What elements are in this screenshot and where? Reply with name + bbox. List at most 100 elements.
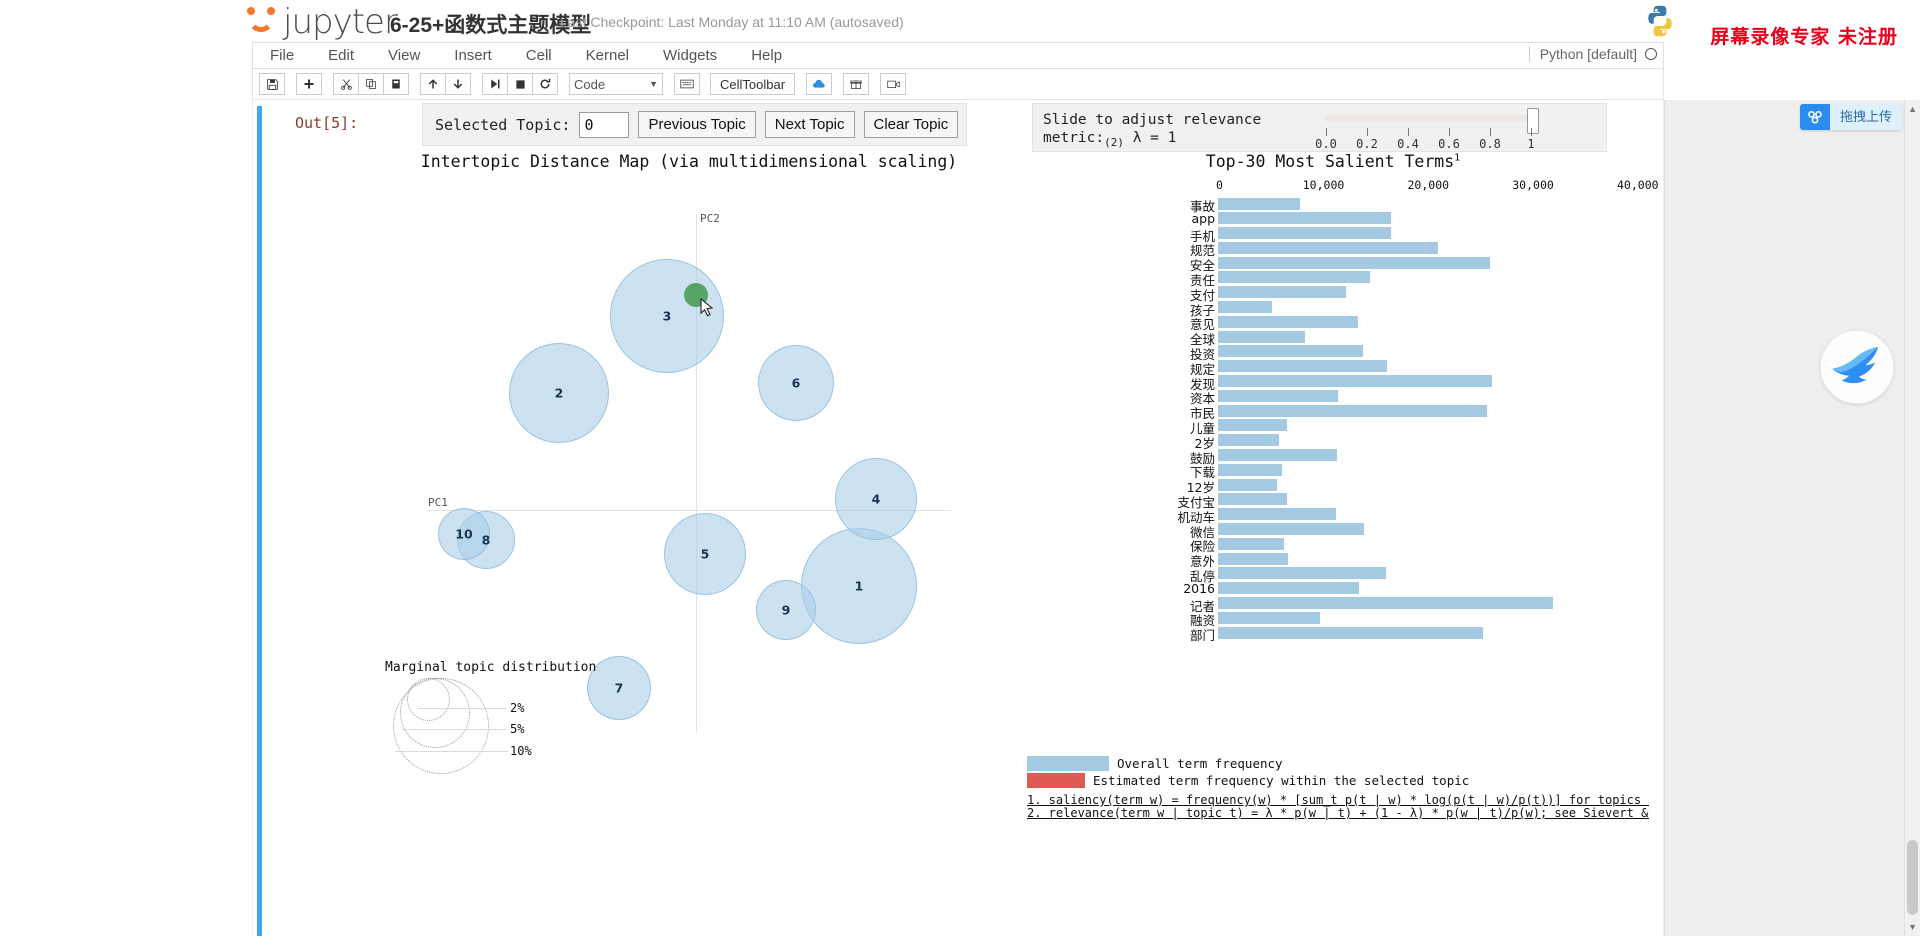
- bar-rect[interactable]: [1218, 271, 1370, 284]
- bar-rect[interactable]: [1218, 449, 1338, 462]
- stop-icon[interactable]: [507, 73, 533, 95]
- paste-icon[interactable]: [383, 73, 409, 95]
- bar-row[interactable]: 记者: [1017, 597, 1649, 614]
- bar-row[interactable]: 规范: [1017, 241, 1649, 258]
- selected-topic-input[interactable]: [579, 111, 630, 138]
- bar-row[interactable]: 发现: [1017, 375, 1649, 392]
- bar-rect[interactable]: [1218, 330, 1305, 343]
- bar-row[interactable]: 鼓励: [1017, 449, 1649, 466]
- bird-logo-icon[interactable]: [1820, 330, 1894, 404]
- cell-type-select[interactable]: Code ▼: [569, 73, 663, 95]
- bar-rect[interactable]: [1218, 212, 1391, 225]
- menu-item-widgets[interactable]: Widgets: [646, 43, 734, 68]
- run-icon[interactable]: [482, 73, 508, 95]
- bar-row[interactable]: 微信: [1017, 523, 1649, 540]
- keyboard-icon[interactable]: [674, 73, 700, 95]
- copy-icon[interactable]: [358, 73, 384, 95]
- bar-row[interactable]: 意外: [1017, 552, 1649, 569]
- vertical-scrollbar[interactable]: ▲ ▼: [1904, 100, 1920, 936]
- bar-row[interactable]: 规定: [1017, 360, 1649, 377]
- bar-rect[interactable]: [1218, 508, 1337, 521]
- bar-row[interactable]: 手机: [1017, 227, 1649, 244]
- bar-rect[interactable]: [1218, 434, 1279, 447]
- restart-icon[interactable]: [532, 73, 558, 95]
- cloud-upload-icon[interactable]: [806, 73, 833, 95]
- arrow-down-icon[interactable]: [445, 73, 471, 95]
- video-icon[interactable]: [880, 73, 907, 95]
- bar-row[interactable]: 支付宝: [1017, 493, 1649, 510]
- scrollbar-thumb[interactable]: [1907, 840, 1918, 915]
- jupyter-logo[interactable]: jupyter: [247, 2, 398, 42]
- bar-row[interactable]: 责任: [1017, 271, 1649, 288]
- bar-row[interactable]: 投资: [1017, 345, 1649, 362]
- bar-row[interactable]: 部门: [1017, 625, 1649, 644]
- bar-rect[interactable]: [1218, 315, 1359, 328]
- clear-topic-button[interactable]: Clear Topic: [863, 111, 959, 138]
- kernel-indicator[interactable]: Python [default]: [1528, 46, 1657, 62]
- bar-row[interactable]: 融资: [1017, 611, 1649, 628]
- bar-row[interactable]: 下载: [1017, 463, 1649, 480]
- scroll-down-arrow-icon[interactable]: ▼: [1908, 922, 1917, 932]
- bar-rect[interactable]: [1218, 552, 1289, 565]
- bar-rect[interactable]: [1218, 493, 1288, 506]
- celltoolbar-button[interactable]: CellToolbar: [710, 73, 796, 95]
- bar-row[interactable]: 保险: [1017, 537, 1649, 554]
- gift-icon[interactable]: [843, 73, 870, 95]
- bar-rect[interactable]: [1218, 197, 1300, 210]
- bar-rect[interactable]: [1218, 286, 1346, 299]
- bar-rect[interactable]: [1218, 404, 1488, 417]
- bar-term-label[interactable]: 部门: [1190, 625, 1215, 644]
- bar-row[interactable]: 12岁: [1017, 478, 1649, 495]
- bar-row[interactable]: 2016: [1017, 581, 1649, 597]
- bar-rect[interactable]: [1218, 463, 1282, 476]
- bar-row[interactable]: 市民: [1017, 404, 1649, 421]
- menu-item-insert[interactable]: Insert: [437, 43, 509, 68]
- bar-rect[interactable]: [1218, 626, 1484, 639]
- bar-rect[interactable]: [1218, 582, 1360, 595]
- previous-topic-button[interactable]: Previous Topic: [638, 111, 756, 138]
- bar-rect[interactable]: [1218, 389, 1339, 402]
- bar-rect[interactable]: [1218, 611, 1320, 624]
- scissors-icon[interactable]: [333, 73, 359, 95]
- scroll-up-arrow-icon[interactable]: ▲: [1908, 104, 1917, 114]
- bar-rect[interactable]: [1218, 241, 1438, 254]
- plus-icon[interactable]: [296, 73, 322, 95]
- bar-row[interactable]: 孩子: [1017, 301, 1649, 318]
- bar-rect[interactable]: [1218, 301, 1273, 314]
- menu-item-edit[interactable]: Edit: [311, 43, 371, 68]
- arrow-up-icon[interactable]: [420, 73, 446, 95]
- next-topic-button[interactable]: Next Topic: [764, 111, 855, 138]
- bar-row[interactable]: 乱停: [1017, 567, 1649, 584]
- bar-rect[interactable]: [1218, 256, 1491, 269]
- bar-rect[interactable]: [1218, 537, 1284, 550]
- bar-rect[interactable]: [1218, 360, 1387, 373]
- bar-term-label[interactable]: app: [1191, 211, 1215, 226]
- bar-row[interactable]: 全球: [1017, 330, 1649, 347]
- bar-rect[interactable]: [1218, 597, 1554, 610]
- bar-rect[interactable]: [1218, 523, 1364, 536]
- bar-rect[interactable]: [1218, 227, 1391, 240]
- bar-row[interactable]: app: [1017, 211, 1649, 227]
- bar-row[interactable]: 安全: [1017, 256, 1649, 273]
- bar-rect[interactable]: [1218, 567, 1386, 580]
- bar-row[interactable]: 儿童: [1017, 419, 1649, 436]
- bar-row[interactable]: 支付: [1017, 286, 1649, 303]
- menu-item-help[interactable]: Help: [734, 43, 799, 68]
- bar-term-label[interactable]: 2016: [1183, 581, 1215, 596]
- bar-rect[interactable]: [1218, 345, 1363, 358]
- drag-upload-widget[interactable]: 拖拽上传: [1800, 104, 1903, 130]
- bar-rect[interactable]: [1218, 419, 1288, 432]
- menu-item-kernel[interactable]: Kernel: [569, 43, 646, 68]
- bar-rect[interactable]: [1218, 478, 1277, 491]
- menu-item-view[interactable]: View: [371, 43, 437, 68]
- lambda-slider-track[interactable]: [1325, 115, 1531, 122]
- intertopic-map-plot[interactable]: PC1 PC2 1 2 3 4 5 6 7 8 9 10 Marginal topic distr…: [369, 186, 1009, 826]
- bar-row[interactable]: 意见: [1017, 315, 1649, 332]
- bar-row[interactable]: 事故: [1017, 197, 1649, 214]
- bar-row[interactable]: 资本: [1017, 389, 1649, 406]
- bar-row[interactable]: 2岁: [1017, 434, 1649, 451]
- menu-item-file[interactable]: File: [253, 43, 311, 68]
- save-icon[interactable]: [259, 73, 285, 95]
- bar-row[interactable]: 机动车: [1017, 508, 1649, 525]
- bar-rect[interactable]: [1218, 375, 1493, 388]
